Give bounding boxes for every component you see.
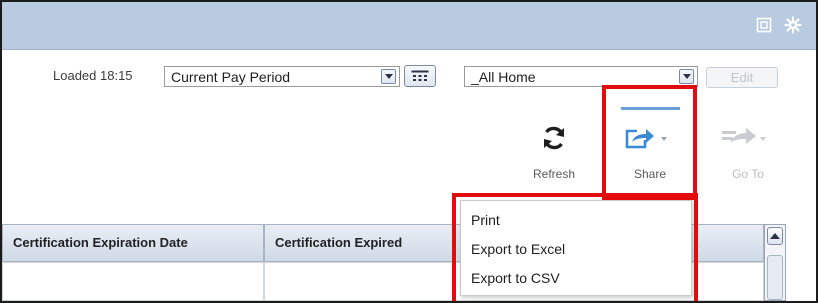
loaded-time-label: Loaded 18:15	[53, 68, 133, 83]
column-header-expiration-date[interactable]: Certification Expiration Date	[2, 224, 264, 262]
vertical-scrollbar[interactable]	[764, 224, 786, 301]
goto-label: Go To	[732, 167, 764, 181]
window-icon[interactable]	[753, 14, 775, 36]
gear-icon[interactable]	[782, 14, 804, 36]
chevron-down-icon[interactable]	[679, 69, 694, 84]
refresh-icon	[544, 126, 564, 150]
menu-highlight-box	[452, 193, 698, 301]
pay-period-select[interactable]: Current Pay Period	[164, 66, 400, 87]
app-window: Loaded 18:15 Current Pay Period _All Hom…	[0, 0, 818, 303]
top-bar	[2, 2, 816, 50]
pay-period-value: Current Pay Period	[171, 69, 291, 85]
calendar-grid-icon	[411, 70, 429, 81]
edit-button[interactable]: Edit	[706, 67, 778, 88]
location-value: _All Home	[471, 69, 536, 85]
scroll-thumb[interactable]	[767, 255, 783, 300]
table-cell[interactable]	[2, 262, 264, 301]
refresh-label: Refresh	[532, 167, 576, 181]
share-highlight-box	[602, 85, 697, 200]
period-calendar-button[interactable]	[404, 65, 436, 87]
location-select[interactable]: _All Home	[464, 66, 698, 87]
goto-arrow-icon	[722, 128, 766, 144]
chevron-down-icon[interactable]	[381, 69, 396, 84]
scroll-up-icon[interactable]	[767, 227, 783, 245]
